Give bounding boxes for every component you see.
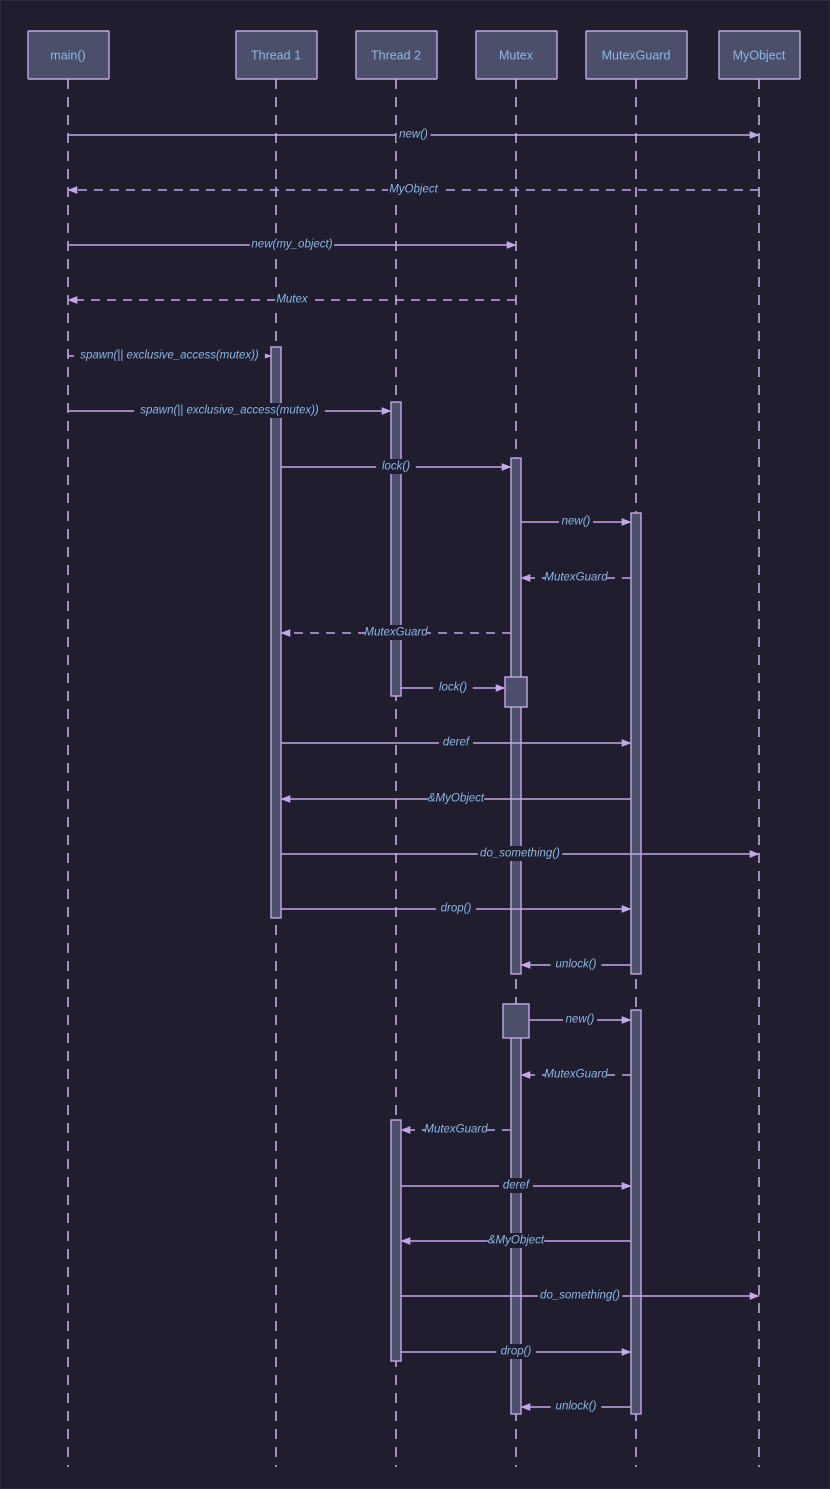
message-label-m01: new() [399, 129, 428, 141]
message-label-m03: new(my_object) [251, 239, 332, 251]
message-m16: unlock() [520, 957, 631, 972]
actor-thread2[interactable]: Thread 2 [355, 30, 438, 80]
message-label-m08: new() [562, 516, 591, 528]
message-m04: Mutex [67, 292, 516, 307]
message-label-m24: unlock() [556, 1401, 597, 1413]
message-label-m20: deref [503, 1180, 531, 1192]
message-m01: new() [68, 127, 760, 142]
message-label-m06: spawn(|| exclusive_access(mutex)) [140, 405, 319, 417]
message-m05: spawn(|| exclusive_access(mutex)) [68, 348, 272, 363]
message-label-m07: lock() [382, 461, 410, 473]
activation-bar-act-mutex-nested [504, 676, 528, 708]
message-m03: new(my_object) [68, 237, 517, 252]
activation-bar-act-thread2-2 [390, 1119, 402, 1362]
message-m24: unlock() [520, 1399, 631, 1414]
message-m02: MyObject [67, 182, 759, 197]
activation-bar-act-mutex-1 [510, 457, 522, 975]
actor-label-mutexguard: MutexGuard [602, 48, 671, 62]
message-m23: drop() [401, 1344, 632, 1359]
message-m07: lock() [281, 459, 512, 474]
activation-bar-act-thread2-1 [390, 401, 402, 697]
message-label-m12: deref [443, 737, 471, 749]
message-label-m13: &MyObject [428, 793, 485, 805]
message-m08: new() [521, 514, 632, 529]
message-m11: lock() [401, 680, 506, 695]
message-m18: MutexGuard [520, 1067, 631, 1082]
message-m19: MutexGuard [400, 1122, 511, 1137]
message-label-m15: drop() [441, 903, 472, 915]
actor-label-thread2: Thread 2 [371, 48, 421, 62]
message-label-m09: MutexGuard [544, 572, 608, 584]
message-m10: MutexGuard [280, 625, 511, 640]
activation-bar-act-thread1-1 [270, 346, 282, 919]
message-label-m16: unlock() [556, 959, 597, 971]
actor-label-mutex: Mutex [499, 48, 534, 62]
message-label-m22: do_something() [540, 1290, 620, 1302]
message-m14: do_something() [281, 846, 760, 861]
message-label-m19: MutexGuard [424, 1124, 488, 1136]
actor-mutexguard[interactable]: MutexGuard [585, 30, 688, 80]
message-label-m23: drop() [501, 1346, 532, 1358]
message-m17: new() [529, 1012, 632, 1027]
activation-bar-act-mutexguard-2 [630, 1009, 642, 1415]
message-label-m11: lock() [439, 682, 467, 694]
activation-bar-act-mutex-2-head [502, 1003, 530, 1039]
actor-mutex[interactable]: Mutex [475, 30, 558, 80]
message-m13: &MyObject [280, 791, 631, 806]
message-m20: deref [401, 1178, 632, 1193]
message-label-m05: spawn(|| exclusive_access(mutex)) [80, 350, 259, 362]
message-label-m21: &MyObject [488, 1235, 545, 1247]
message-label-m14: do_something() [480, 848, 560, 860]
message-m06: spawn(|| exclusive_access(mutex)) [68, 403, 392, 418]
message-label-m04: Mutex [276, 294, 309, 306]
actor-boxes-layer: main() Thread 1 Thread 2 Mutex MutexGuard MyO… [27, 30, 801, 80]
activations-layer [270, 346, 642, 1415]
lifelines-layer [67, 79, 760, 1467]
actor-main[interactable]: main() [27, 30, 110, 80]
actor-label-myobject: MyObject [733, 48, 786, 62]
actor-label-main: main() [50, 48, 85, 62]
message-label-m17: new() [566, 1014, 595, 1026]
message-m09: MutexGuard [520, 570, 631, 585]
message-label-m10: MutexGuard [364, 627, 428, 639]
message-m12: deref [281, 735, 632, 750]
activation-bar-act-mutexguard-1 [630, 512, 642, 975]
message-m15: drop() [281, 901, 632, 916]
actor-thread1[interactable]: Thread 1 [235, 30, 318, 80]
message-label-m18: MutexGuard [544, 1069, 608, 1081]
actor-label-thread1: Thread 1 [251, 48, 301, 62]
diagram-svg: main() Thread 1 Thread 2 Mutex MutexGuard MyO… [27, 30, 801, 1467]
message-m22: do_something() [401, 1288, 760, 1303]
message-label-m02: MyObject [389, 184, 438, 196]
actor-myobject[interactable]: MyObject [718, 30, 801, 80]
message-m21: &MyObject [400, 1233, 631, 1248]
sequence-diagram-canvas: main() Thread 1 Thread 2 Mutex MutexGuard MyO… [0, 0, 830, 1489]
messages-layer: new() MyObject new(my_object) Mutex spawn(||… [67, 127, 760, 1414]
